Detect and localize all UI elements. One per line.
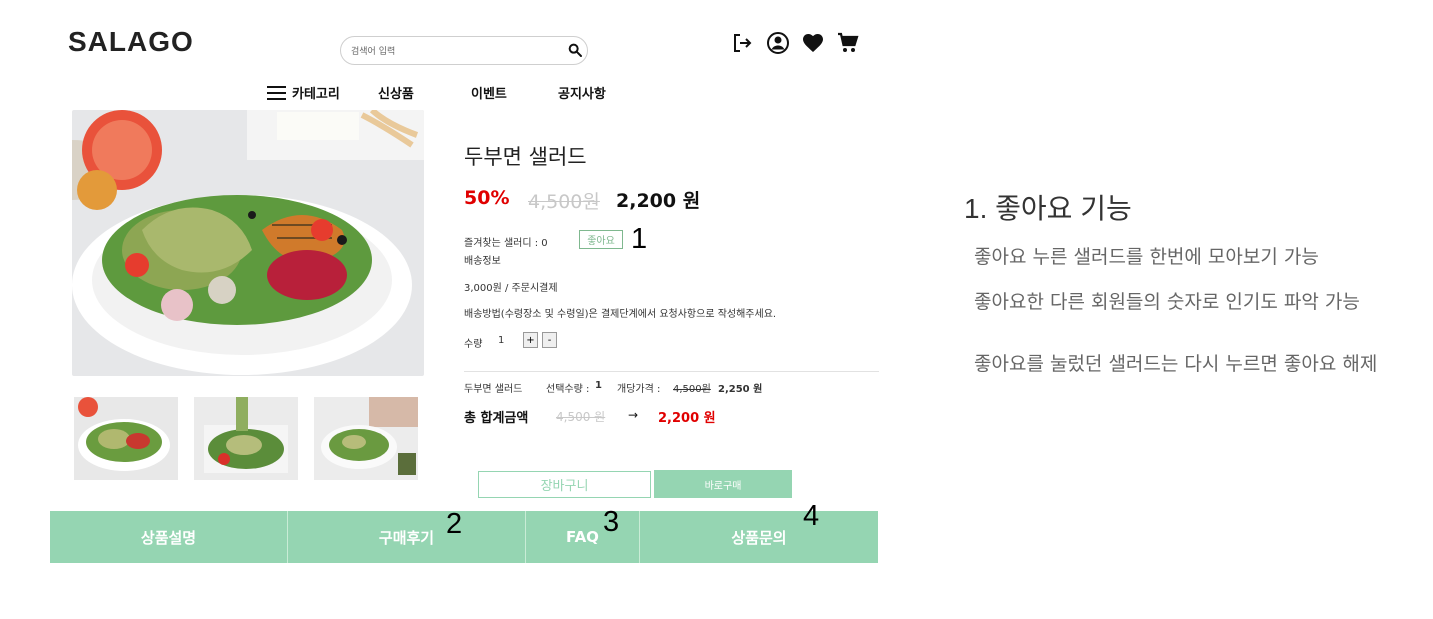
search-icon[interactable]	[567, 42, 583, 58]
search-input[interactable]	[349, 42, 573, 62]
tab-description[interactable]: 상품설명	[50, 511, 288, 563]
selected-qty-label: 선택수량 :	[546, 384, 590, 395]
cart-icon[interactable]	[836, 31, 860, 55]
product-tabs: 상품설명 구매후기 FAQ 상품문의	[50, 511, 878, 563]
unit-original-price: 4,500원	[673, 384, 711, 395]
search-bar[interactable]	[340, 36, 588, 65]
feature-title: 1. 좋아요 기능	[964, 193, 1132, 224]
shipping-title: 배송정보	[464, 256, 501, 267]
total-label: 총 합계금액	[464, 411, 529, 426]
add-to-cart-button[interactable]: 장바구니	[478, 471, 651, 498]
product-title: 두부면 샐러드	[464, 145, 587, 169]
favorite-count: 즐겨찾는 샐러디 : 0	[464, 238, 548, 249]
thumbnail-2[interactable]	[194, 397, 298, 480]
buy-now-button[interactable]: 바로구매	[654, 470, 792, 498]
quantity-value: 1	[498, 335, 505, 346]
feature-line-2: 좋아요한 다른 회원들의 숫자로 인기도 파악 가능	[974, 291, 1360, 313]
tab-faq[interactable]: FAQ	[526, 511, 640, 563]
product-main-image	[72, 110, 424, 376]
selected-product-name: 두부면 샐러드	[464, 384, 523, 395]
sale-price: 2,200 원	[616, 190, 701, 212]
nav-category[interactable]: 카테고리	[292, 83, 340, 102]
annotation-3: 3	[603, 506, 620, 538]
selected-qty-value: 1	[595, 380, 602, 391]
nav-notices[interactable]: 공지사항	[558, 83, 606, 102]
quantity-label: 수량	[464, 339, 483, 350]
shipping-note: 배송방법(수령장소 및 수령일)은 결제단계에서 요청사항으로 작성해주세요.	[464, 309, 777, 320]
thumbnail-3[interactable]	[314, 397, 418, 480]
feature-line-1: 좋아요 누른 샐러드를 한번에 모아보기 가능	[974, 246, 1319, 268]
heart-icon[interactable]	[801, 31, 825, 55]
unit-price-label: 개당가격 :	[617, 384, 661, 395]
annotation-2: 2	[446, 508, 463, 540]
thumbnail-1[interactable]	[74, 397, 178, 480]
quantity-plus-button[interactable]: +	[523, 332, 538, 348]
feature-line-3: 좋아요를 눌렀던 샐러드는 다시 누르면 좋아요 해제	[974, 353, 1378, 375]
annotation-1: 1	[631, 223, 648, 255]
user-account-icon[interactable]	[766, 31, 790, 55]
arrow-icon: →	[628, 408, 639, 422]
nav-new-products[interactable]: 신상품	[378, 83, 414, 102]
hamburger-icon[interactable]	[267, 86, 286, 101]
original-price: 4,500원	[528, 191, 600, 213]
like-button[interactable]: 좋아요	[579, 230, 623, 249]
tab-reviews[interactable]: 구매후기	[288, 511, 526, 563]
total-original-price: 4,500 원	[556, 410, 606, 424]
logo[interactable]: SALAGO	[68, 26, 194, 58]
unit-sale-price: 2,250 원	[718, 384, 763, 395]
discount-rate: 50%	[464, 187, 510, 209]
nav-events[interactable]: 이벤트	[471, 83, 507, 102]
divider	[464, 371, 879, 372]
shipping-fee: 3,000원 / 주문시결제	[464, 283, 558, 294]
annotation-4: 4	[803, 500, 820, 532]
total-price: 2,200 원	[658, 411, 716, 426]
tab-inquiry[interactable]: 상품문의	[640, 511, 878, 563]
quantity-minus-button[interactable]: -	[542, 332, 557, 348]
logout-icon[interactable]	[730, 31, 754, 55]
